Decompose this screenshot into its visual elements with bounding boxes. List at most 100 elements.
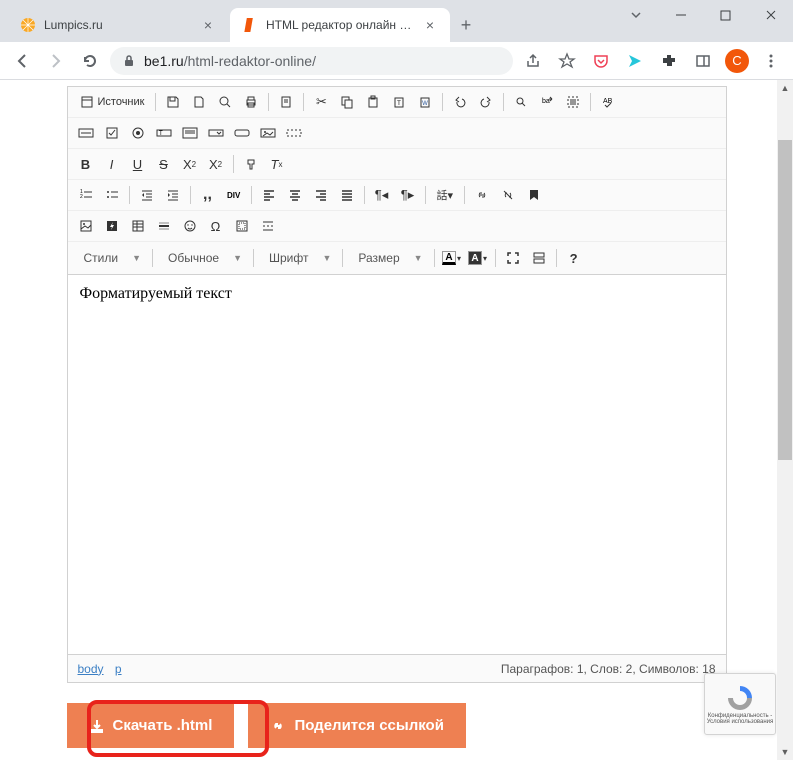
- side-panel-icon[interactable]: [689, 47, 717, 75]
- image-button-icon[interactable]: [256, 121, 280, 145]
- unlink-icon[interactable]: [496, 183, 520, 207]
- svg-text:AB: AB: [603, 98, 613, 105]
- checkbox-icon[interactable]: [100, 121, 124, 145]
- maximize-editor-icon[interactable]: [501, 246, 525, 270]
- about-icon[interactable]: ?: [562, 246, 586, 270]
- bold-icon[interactable]: B: [74, 152, 98, 176]
- chevron-down-icon[interactable]: [613, 0, 658, 30]
- save-icon[interactable]: [161, 90, 185, 114]
- cut-icon[interactable]: ✂: [309, 90, 333, 114]
- source-button[interactable]: Источник: [74, 90, 151, 114]
- reload-button[interactable]: [76, 47, 104, 75]
- remove-format-icon[interactable]: Tx: [265, 152, 289, 176]
- copy-format-icon[interactable]: [239, 152, 263, 176]
- image-icon[interactable]: [74, 214, 98, 238]
- paste-word-icon[interactable]: W: [413, 90, 437, 114]
- close-icon[interactable]: ×: [422, 17, 438, 33]
- bidi-rtl-icon[interactable]: ¶▸: [396, 183, 420, 207]
- path-body[interactable]: body: [78, 662, 104, 676]
- outdent-icon[interactable]: [135, 183, 159, 207]
- align-right-icon[interactable]: [309, 183, 333, 207]
- find-icon[interactable]: [509, 90, 533, 114]
- anchor-icon[interactable]: [522, 183, 546, 207]
- undo-icon[interactable]: [448, 90, 472, 114]
- table-icon[interactable]: [126, 214, 150, 238]
- align-left-icon[interactable]: [257, 183, 281, 207]
- back-button[interactable]: [8, 47, 36, 75]
- hr-icon[interactable]: [152, 214, 176, 238]
- preview-icon[interactable]: [213, 90, 237, 114]
- button-icon[interactable]: [230, 121, 254, 145]
- show-blocks-icon[interactable]: [527, 246, 551, 270]
- browser-tab-be1[interactable]: HTML редактор онлайн - Be1.ru ×: [230, 8, 450, 42]
- template-icon[interactable]: [274, 90, 298, 114]
- textarea-icon[interactable]: [178, 121, 202, 145]
- indent-icon[interactable]: [161, 183, 185, 207]
- spellcheck-icon[interactable]: AB: [596, 90, 620, 114]
- blockquote-icon[interactable]: ,,: [196, 183, 220, 207]
- format-combo[interactable]: Обычное▼: [158, 245, 248, 271]
- bullet-list-icon[interactable]: [100, 183, 124, 207]
- language-icon[interactable]: 話▾: [431, 183, 460, 207]
- recaptcha-icon: [725, 683, 755, 713]
- hidden-field-icon[interactable]: [282, 121, 306, 145]
- radio-icon[interactable]: [126, 121, 150, 145]
- text-color-button[interactable]: A▾: [440, 246, 464, 270]
- bg-color-button[interactable]: A▾: [466, 246, 490, 270]
- align-center-icon[interactable]: [283, 183, 307, 207]
- url-input[interactable]: be1.ru/html-redaktor-online/: [110, 47, 513, 75]
- special-char-icon[interactable]: Ω: [204, 214, 228, 238]
- iframe-icon[interactable]: [230, 214, 254, 238]
- paste-icon[interactable]: [361, 90, 385, 114]
- print-icon[interactable]: [239, 90, 263, 114]
- smiley-icon[interactable]: [178, 214, 202, 238]
- numbered-list-icon[interactable]: 12: [74, 183, 98, 207]
- menu-icon[interactable]: [757, 47, 785, 75]
- scroll-up-icon[interactable]: ▲: [777, 80, 793, 96]
- paste-text-icon[interactable]: T: [387, 90, 411, 114]
- bidi-ltr-icon[interactable]: ¶◂: [370, 183, 394, 207]
- flash-icon[interactable]: [100, 214, 124, 238]
- close-icon[interactable]: ×: [200, 17, 216, 33]
- recaptcha-badge[interactable]: Конфиденциальность - Условия использован…: [704, 673, 776, 735]
- styles-combo[interactable]: Стили▼: [74, 245, 148, 271]
- pagebreak-icon[interactable]: [256, 214, 280, 238]
- align-justify-icon[interactable]: [335, 183, 359, 207]
- form-icon[interactable]: [74, 121, 98, 145]
- div-icon[interactable]: DIV: [222, 183, 246, 207]
- new-page-icon[interactable]: [187, 90, 211, 114]
- underline-icon[interactable]: U: [126, 152, 150, 176]
- close-window-icon[interactable]: [748, 0, 793, 30]
- textfield-icon[interactable]: T: [152, 121, 176, 145]
- maximize-icon[interactable]: [703, 0, 748, 30]
- link-icon[interactable]: [470, 183, 494, 207]
- select-all-icon[interactable]: [561, 90, 585, 114]
- editor-content[interactable]: Форматируемый текст: [67, 275, 727, 655]
- italic-icon[interactable]: I: [100, 152, 124, 176]
- star-icon[interactable]: [553, 47, 581, 75]
- minimize-icon[interactable]: [658, 0, 703, 30]
- redo-icon[interactable]: [474, 90, 498, 114]
- replace-icon[interactable]: ba: [535, 90, 559, 114]
- path-p[interactable]: p: [115, 662, 122, 676]
- forward-button[interactable]: [42, 47, 70, 75]
- superscript-icon[interactable]: X2: [204, 152, 228, 176]
- profile-avatar[interactable]: C: [723, 47, 751, 75]
- send-icon[interactable]: [621, 47, 649, 75]
- scrollbar-thumb[interactable]: [778, 140, 792, 460]
- font-combo[interactable]: Шрифт▼: [259, 245, 337, 271]
- download-button[interactable]: Скачать .html: [67, 703, 235, 748]
- size-combo[interactable]: Размер▼: [348, 245, 428, 271]
- share-button[interactable]: Поделится ссылкой: [248, 703, 466, 748]
- subscript-icon[interactable]: X2: [178, 152, 202, 176]
- scroll-down-icon[interactable]: ▼: [777, 744, 793, 760]
- browser-tab-lumpics[interactable]: Lumpics.ru ×: [8, 8, 228, 42]
- share-icon[interactable]: [519, 47, 547, 75]
- page-scrollbar[interactable]: ▲ ▼: [777, 80, 793, 760]
- select-icon[interactable]: [204, 121, 228, 145]
- extensions-icon[interactable]: [655, 47, 683, 75]
- pocket-icon[interactable]: [587, 47, 615, 75]
- new-tab-button[interactable]: +: [452, 11, 480, 39]
- copy-icon[interactable]: [335, 90, 359, 114]
- strike-icon[interactable]: S: [152, 152, 176, 176]
